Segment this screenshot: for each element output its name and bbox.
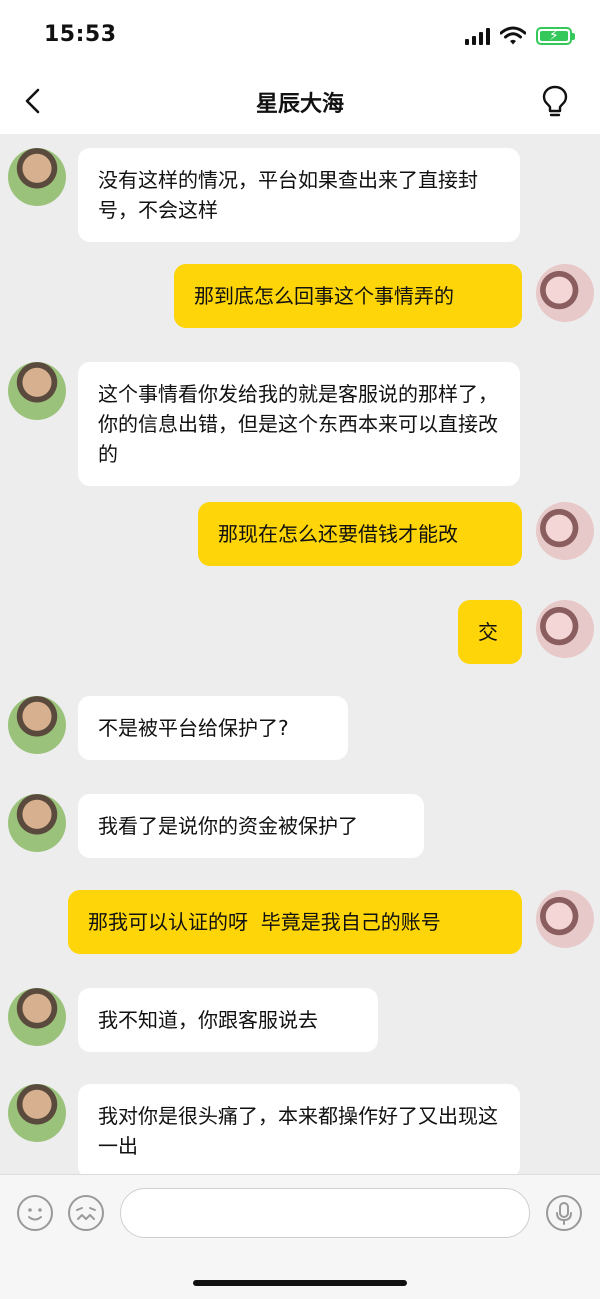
status-icons: ⚡ [465,24,575,48]
avatar[interactable] [8,148,66,206]
message-bubble: 我不知道，你跟客服说去 [78,988,378,1052]
page-title: 星辰大海 [255,92,344,117]
message-bubble: 不是被平台给保护了? [78,696,348,760]
status-bar: 15:53 ⚡ [0,0,600,68]
chat-list: 没有这样的情况，平台如果查出来了直接封号，不会这样 那到底怎么回事这个事情弄的 … [0,134,600,1178]
input-bar [0,1174,600,1252]
avatar[interactable] [8,1084,66,1142]
microphone-icon[interactable] [546,1195,582,1231]
avatar[interactable] [536,890,594,948]
smiley-icon[interactable] [17,1195,53,1231]
avatar[interactable] [536,264,594,322]
home-area [0,1252,600,1299]
avatar[interactable] [536,600,594,658]
battery-icon: ⚡ [536,27,575,45]
avatar[interactable] [8,794,66,852]
avatar[interactable] [8,362,66,420]
home-indicator[interactable] [193,1280,407,1286]
avatar[interactable] [8,696,66,754]
message-bubble: 没有这样的情况，平台如果查出来了直接封号，不会这样 [78,148,520,242]
lightbulb-icon[interactable] [540,84,570,118]
message-bubble: 我看了是说你的资金被保护了 [78,794,424,858]
message-bubble: 那我可以认证的呀 毕竟是我自己的账号 [68,890,522,954]
message-bubble: 交 [458,600,522,664]
signal-icon [465,27,490,45]
wifi-icon [500,26,526,45]
avatar[interactable] [536,502,594,560]
sticker-icon[interactable] [68,1195,104,1231]
message-bubble: 这个事情看你发给我的就是客服说的那样了，你的信息出错，但是这个东西本来可以直接改… [78,362,520,486]
status-time: 15:53 [44,22,117,47]
message-input[interactable] [120,1188,530,1238]
nav-bar: 星辰大海 [0,68,600,134]
message-bubble: 那现在怎么还要借钱才能改 [198,502,522,566]
message-bubble: 那到底怎么回事这个事情弄的 [174,264,522,328]
avatar[interactable] [8,988,66,1046]
message-bubble: 我对你是很头痛了，本来都操作好了又出现这一出 [78,1084,520,1178]
